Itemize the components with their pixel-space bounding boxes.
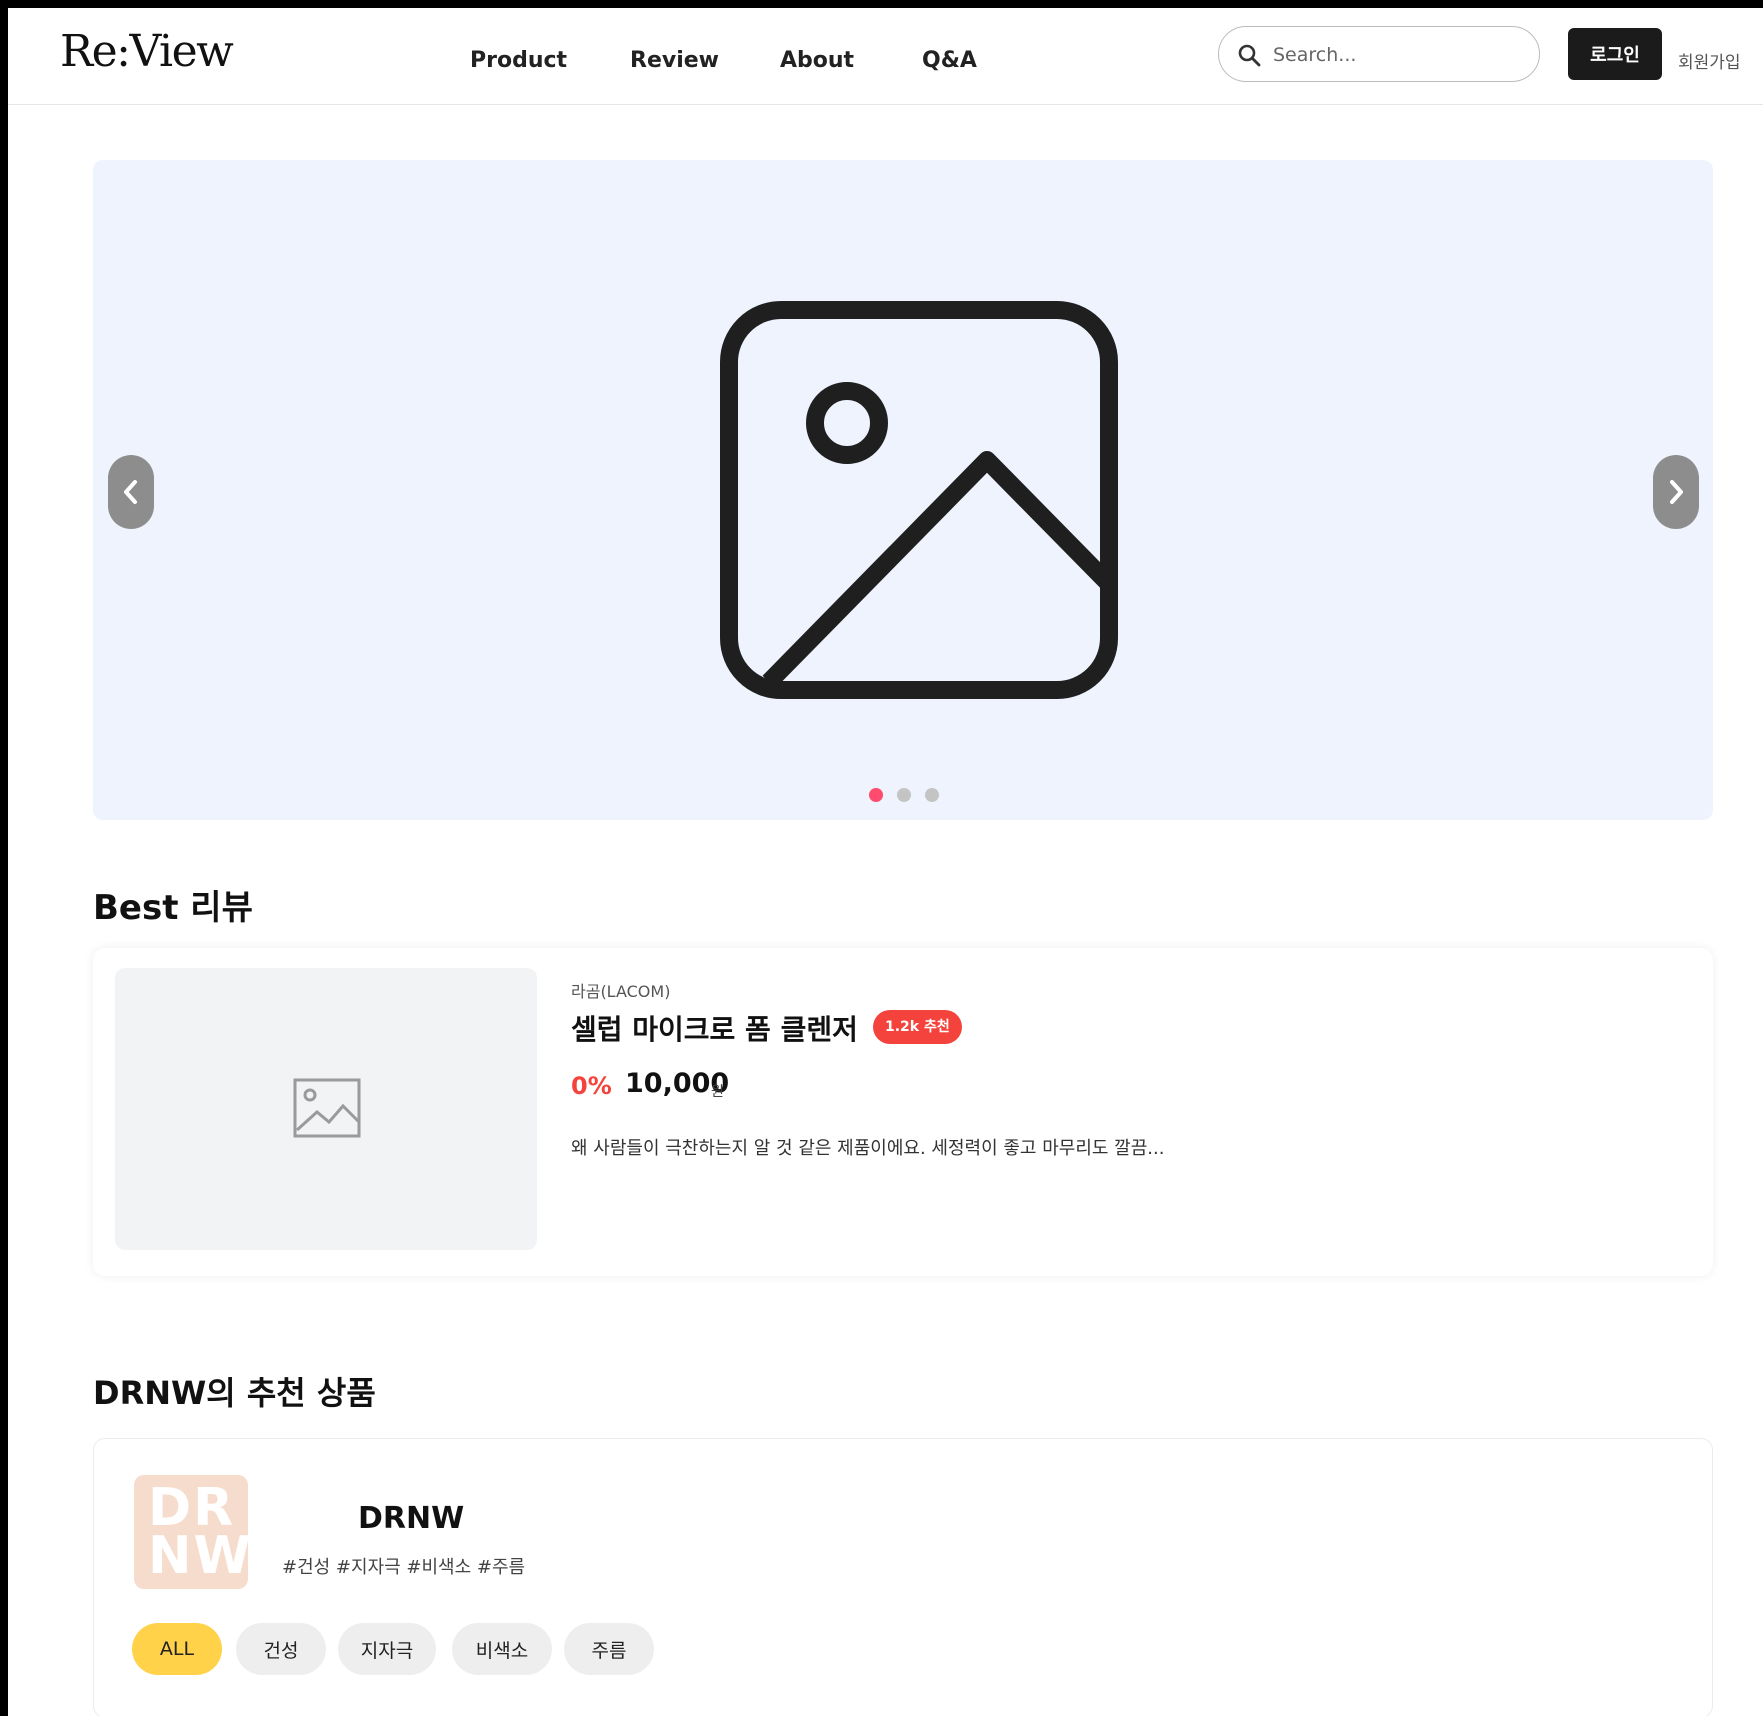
nav-review[interactable]: Review [630, 48, 719, 73]
recommend-title: DRNW의 추천 상품 [93, 1374, 376, 1412]
chip-wrinkle[interactable]: 주름 [564, 1623, 654, 1675]
nav-about[interactable]: About [780, 48, 854, 73]
carousel-dot-1[interactable] [869, 788, 883, 802]
store-name[interactable]: DRNW [358, 1501, 464, 1536]
chevron-left-icon [124, 480, 137, 504]
avatar-text-line2: NW [148, 1526, 248, 1586]
search-icon [1238, 44, 1261, 67]
chevron-right-icon [1670, 480, 1683, 504]
search-box[interactable] [1218, 26, 1540, 82]
store-card: DR NW DRNW #건성 #지자극 #비색소 #주름 ALL 건성 지자극 … [93, 1438, 1713, 1716]
chip-dry[interactable]: 건성 [236, 1623, 326, 1675]
chip-low-irritation[interactable]: 지자극 [338, 1623, 436, 1675]
carousel-dot-3[interactable] [925, 788, 939, 802]
logo[interactable]: Re:View [60, 26, 234, 77]
review-thumbnail[interactable] [115, 968, 537, 1250]
site-header: Re:View Product Review About Q&A 로그인 회원가… [8, 8, 1763, 105]
recommend-badge: 1.2k 추천 [873, 1010, 962, 1044]
carousel-dot-2[interactable] [897, 788, 911, 802]
review-card[interactable]: 라곰(LACOM) 셀럽 마이크로 폼 클렌저 1.2k 추천 0% 10,00… [93, 948, 1713, 1276]
store-avatar[interactable]: DR NW [134, 1475, 248, 1589]
review-excerpt: 왜 사람들이 극찬하는지 알 것 같은 제품이에요. 세정력이 좋고 마무리도 … [571, 1138, 1165, 1159]
carousel-prev-button[interactable] [108, 455, 154, 529]
search-input[interactable] [1271, 37, 1525, 73]
brand-name: 라곰(LACOM) [571, 982, 671, 1001]
chip-non-pigment[interactable]: 비색소 [452, 1623, 552, 1675]
signup-link[interactable]: 회원가입 [1678, 48, 1741, 73]
nav-qa[interactable]: Q&A [922, 48, 977, 73]
hero-carousel[interactable] [93, 160, 1713, 820]
login-button[interactable]: 로그인 [1568, 28, 1662, 80]
product-name[interactable]: 셀럽 마이크로 폼 클렌저 [571, 1008, 858, 1048]
page: Re:View Product Review About Q&A 로그인 회원가… [8, 8, 1763, 1716]
currency-unit: 원 [711, 1084, 724, 1100]
discount-rate: 0% [571, 1072, 612, 1100]
image-placeholder-icon [293, 1078, 361, 1138]
nav-product[interactable]: Product [470, 48, 567, 73]
store-tags: #건성 #지자극 #비색소 #주름 [282, 1557, 526, 1578]
carousel-next-button[interactable] [1653, 455, 1699, 529]
chip-all[interactable]: ALL [132, 1623, 222, 1675]
best-review-title: Best 리뷰 [93, 888, 253, 928]
image-placeholder-icon [720, 301, 1118, 699]
